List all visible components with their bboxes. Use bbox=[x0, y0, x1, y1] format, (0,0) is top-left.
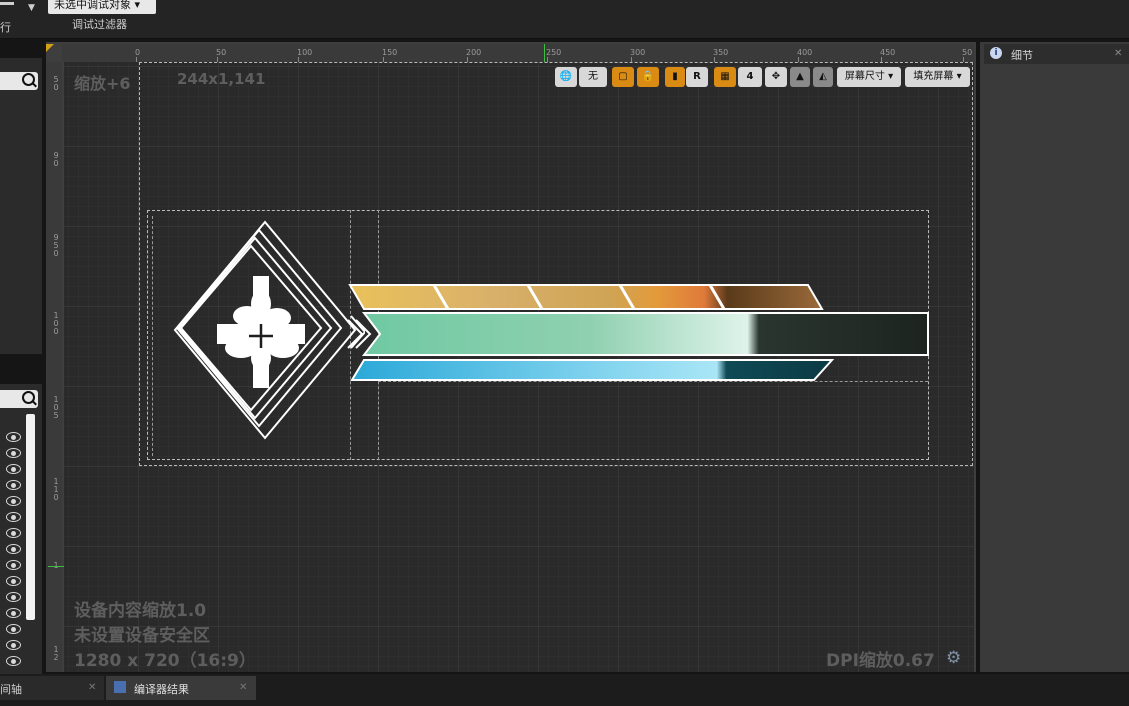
debug-object-select[interactable]: 未选中调试对象 ▾ bbox=[48, 0, 156, 14]
close-icon[interactable]: ✕ bbox=[88, 682, 96, 693]
ruler-tick-label: 200 bbox=[466, 48, 482, 57]
device-content-scale-label: 设备内容缩放1.0 bbox=[74, 601, 207, 621]
ruler-tick-label: 1 1 0 bbox=[53, 477, 59, 502]
eye-icon[interactable] bbox=[6, 512, 21, 522]
ruler-tick-label: 1 0 0 bbox=[53, 311, 59, 336]
resolution-label: 1280 x 720（16:9） bbox=[74, 651, 256, 671]
eye-icon[interactable] bbox=[6, 432, 21, 442]
eye-icon[interactable] bbox=[6, 560, 21, 570]
eye-icon[interactable] bbox=[6, 656, 21, 666]
ruler-tick-label: 0 bbox=[135, 48, 141, 57]
zoom-label: 缩放+6 bbox=[74, 74, 131, 93]
dpi-scale-label: DPI缩放0.67 bbox=[826, 651, 935, 671]
details-panel bbox=[980, 42, 1129, 672]
grid-size-value: 4 bbox=[746, 71, 754, 82]
layout-toggle-button[interactable]: ▮ bbox=[665, 67, 685, 87]
eye-icon[interactable] bbox=[6, 576, 21, 586]
close-icon[interactable]: ✕ bbox=[1114, 48, 1122, 59]
tab-timeline-label: 间轴 bbox=[0, 683, 22, 696]
debug-object-value: 未选中调试对象 bbox=[54, 0, 131, 11]
safe-zone-label: 未设置设备安全区 bbox=[74, 626, 210, 646]
ruler-tick-label: 100 bbox=[297, 48, 313, 57]
ruler-tick-label: 300 bbox=[630, 48, 646, 57]
palette-panel bbox=[0, 58, 42, 354]
ruler-tick-label: 450 bbox=[880, 48, 896, 57]
ruler-corner bbox=[46, 44, 54, 52]
globe-icon[interactable]: 🌐 bbox=[555, 67, 577, 87]
fit-icon[interactable]: ✥ bbox=[765, 67, 787, 87]
close-icon[interactable]: ✕ bbox=[239, 682, 247, 693]
gold-bar bbox=[348, 284, 824, 310]
eye-icon[interactable] bbox=[6, 624, 21, 634]
ruler-tick-label: 5 0 bbox=[53, 75, 59, 92]
eye-icon[interactable] bbox=[6, 608, 21, 618]
chevron-down-icon[interactable]: ▼ bbox=[28, 3, 35, 13]
ruler-tick-label: 400 bbox=[797, 48, 813, 57]
scale-none-button[interactable]: 无 bbox=[579, 67, 607, 87]
gear-icon[interactable]: ⚙ bbox=[946, 648, 961, 668]
ruler-tick-label: 9 0 bbox=[53, 151, 59, 168]
eye-icon[interactable] bbox=[6, 480, 21, 490]
grid-size-spinner[interactable]: 4 bbox=[738, 67, 762, 87]
toolbar-icon[interactable] bbox=[0, 2, 14, 5]
palette-search-input[interactable] bbox=[0, 72, 38, 90]
details-icon: i bbox=[990, 47, 1002, 59]
screen-size-dropdown[interactable]: 屏幕尺寸 ▾ bbox=[837, 67, 901, 87]
eye-icon[interactable] bbox=[6, 528, 21, 538]
image-icon[interactable]: ▲ bbox=[790, 67, 810, 87]
ruler-top bbox=[62, 44, 974, 62]
details-tab[interactable] bbox=[984, 44, 1129, 64]
ruler-tick-label: 250 bbox=[546, 48, 562, 57]
r-label: R bbox=[693, 71, 701, 82]
ruler-tick-label: 50 bbox=[216, 48, 227, 57]
toolbar-left-label: 行 bbox=[0, 21, 11, 34]
ruler-cursor-marker bbox=[544, 44, 545, 62]
hierarchy-search-input[interactable] bbox=[0, 390, 38, 408]
r-toggle-button[interactable]: R bbox=[686, 67, 708, 87]
details-title: 细节 bbox=[1011, 49, 1033, 62]
search-icon bbox=[22, 73, 35, 86]
grid-icon[interactable]: ▦ bbox=[714, 67, 736, 87]
ruler-tick-label: 50 bbox=[962, 48, 973, 57]
ruler-cursor-marker bbox=[48, 566, 64, 567]
ruler-tick-label: 150 bbox=[382, 48, 398, 57]
eye-icon[interactable] bbox=[6, 464, 21, 474]
eye-icon[interactable] bbox=[6, 496, 21, 506]
debug-filter-label: 调试过滤器 bbox=[72, 18, 127, 31]
widget-size-label: 244x1,141 bbox=[177, 70, 266, 88]
lock-icon[interactable]: 🔒 bbox=[637, 67, 659, 87]
outline-toggle-button[interactable]: ▢ bbox=[612, 67, 634, 87]
ruler-tick-label: 9 5 0 bbox=[53, 233, 59, 258]
ruler-tick-label: 1 2 bbox=[53, 645, 59, 662]
compiler-icon bbox=[114, 681, 126, 693]
blue-bar bbox=[350, 359, 835, 381]
green-bar bbox=[361, 312, 929, 356]
hierarchy-scrollbar[interactable] bbox=[26, 414, 35, 620]
eye-icon[interactable] bbox=[6, 640, 21, 650]
ruler-tick-label: 1 0 5 bbox=[53, 395, 59, 420]
ruler-tick-label: 350 bbox=[713, 48, 729, 57]
tab-compiler-label: 编译器结果 bbox=[134, 683, 189, 696]
fill-screen-dropdown[interactable]: 填充屏幕 ▾ bbox=[905, 67, 970, 87]
top-toolbar bbox=[0, 0, 1129, 39]
eye-icon[interactable] bbox=[6, 544, 21, 554]
screen-size-label: 屏幕尺寸 bbox=[844, 71, 885, 82]
ruler-tick bbox=[136, 57, 137, 62]
flip-icon[interactable]: ◭ bbox=[813, 67, 833, 87]
eye-icon[interactable] bbox=[6, 448, 21, 458]
scale-none-label: 无 bbox=[588, 71, 598, 82]
emblem-icon bbox=[173, 220, 365, 440]
search-icon bbox=[22, 391, 35, 404]
eye-icon[interactable] bbox=[6, 592, 21, 602]
fill-screen-label: 填充屏幕 bbox=[913, 71, 954, 82]
progress-bars bbox=[347, 284, 929, 381]
